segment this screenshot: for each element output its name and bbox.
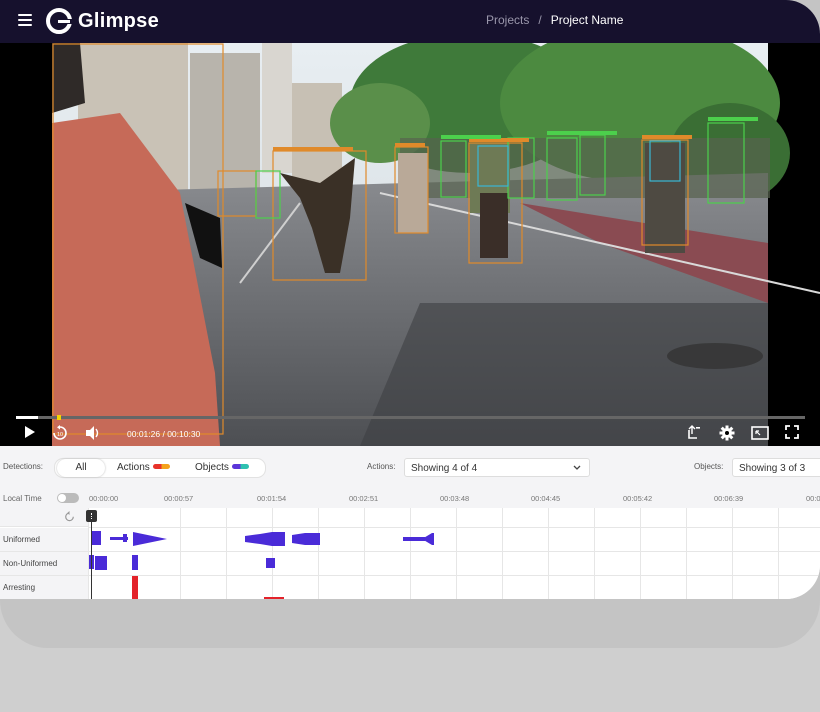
- breadcrumb: Projects / Project Name: [486, 13, 623, 27]
- fullscreen-icon[interactable]: [785, 425, 799, 439]
- playhead-handle[interactable]: [86, 510, 97, 522]
- video-frame: [0, 43, 820, 446]
- actions-select-value: Showing 4 of 4: [411, 463, 478, 474]
- track-segment: [264, 597, 284, 599]
- glimpse-logo-icon: [46, 8, 72, 34]
- breadcrumb-current: Project Name: [550, 13, 624, 27]
- actions-color-pill: [152, 463, 170, 469]
- filter-objects-label: Objects: [195, 462, 229, 473]
- objects-select-value: Showing 3 of 3: [739, 463, 806, 474]
- track-segment: [133, 532, 167, 546]
- detection-tracks: [89, 531, 434, 599]
- top-navigation-bar: Glimpse Projects / Project Name: [0, 0, 820, 43]
- detections-label: Detections:: [3, 462, 44, 471]
- track-segment: [95, 556, 107, 570]
- clip-icon[interactable]: [686, 425, 702, 441]
- filter-actions-label: Actions: [117, 462, 150, 473]
- app-window: Glimpse Projects / Project Name 10 00:01…: [0, 0, 820, 599]
- filter-objects[interactable]: Objects: [195, 459, 249, 477]
- track-segment: [266, 558, 275, 568]
- actions-label: Actions:: [367, 462, 396, 471]
- chevron-down-icon: [573, 465, 581, 470]
- svg-text:10: 10: [57, 432, 63, 438]
- track-segment: [91, 531, 101, 545]
- track-segment: [132, 576, 138, 599]
- volume-icon[interactable]: [85, 425, 101, 441]
- breadcrumb-separator: /: [538, 13, 542, 27]
- video-player[interactable]: 10 00:01:26 / 00:10:30: [0, 43, 820, 446]
- filter-all[interactable]: All: [57, 459, 105, 477]
- settings-gear-icon[interactable]: [719, 425, 735, 441]
- app-name[interactable]: Glimpse: [78, 10, 159, 33]
- video-time-display: 00:01:26 / 00:10:30: [127, 429, 200, 439]
- track-segment: [245, 532, 285, 546]
- menu-icon[interactable]: [18, 14, 32, 26]
- track-segment: [403, 537, 425, 541]
- track-segment: [132, 555, 138, 570]
- track-segment: [422, 533, 434, 545]
- replay-10-icon[interactable]: 10: [52, 425, 68, 441]
- detections-toolbar: Detections: All Actions Objects Actions:…: [0, 446, 820, 488]
- picture-in-picture-icon[interactable]: [751, 425, 769, 441]
- current-time: 00:01:26: [127, 429, 161, 439]
- breadcrumb-projects[interactable]: Projects: [486, 13, 529, 27]
- event-marker[interactable]: [57, 415, 61, 420]
- track-segment: [292, 533, 320, 545]
- objects-select[interactable]: Showing 3 of 3: [732, 458, 820, 477]
- play-icon[interactable]: [22, 425, 36, 439]
- actions-select[interactable]: Showing 4 of 4: [404, 458, 590, 477]
- objects-color-pill: [231, 463, 249, 469]
- detections-filter-group: All Actions Objects: [54, 458, 266, 478]
- track-segment: [123, 534, 127, 542]
- total-duration: 00:10:30: [167, 429, 201, 439]
- filter-actions[interactable]: Actions: [117, 459, 170, 477]
- timeline-playhead[interactable]: [91, 510, 92, 599]
- progress-fill: [16, 416, 39, 419]
- detection-timeline[interactable]: Local Time 00:00:00 00:00:57 00:01:54 00…: [0, 488, 820, 599]
- objects-label: Objects:: [694, 462, 724, 471]
- video-progress-bar[interactable]: [16, 415, 805, 420]
